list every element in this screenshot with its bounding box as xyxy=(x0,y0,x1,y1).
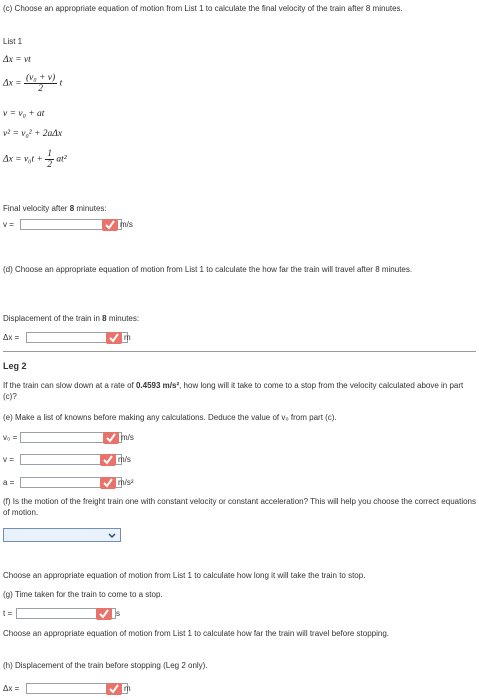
equation-5: Δx = v₀t + 12 at² xyxy=(3,149,67,170)
part-h-instruction: Choose an appropriate equation of motion… xyxy=(3,629,389,638)
displacement-unit: m xyxy=(124,333,131,342)
motion-type-select[interactable] xyxy=(3,528,121,542)
chevron-down-icon xyxy=(108,533,116,539)
equation-3: v = v₀ + at xyxy=(3,109,45,119)
v0-var-label: v₀ = xyxy=(3,433,18,442)
equation-2: Δx = (v₀ + v) 2 t xyxy=(3,73,63,94)
leg2-displacement-var-label: Δx = xyxy=(3,684,20,693)
part-g-prompt: (g) Time taken for the train to come to … xyxy=(3,590,163,599)
v-var-label: v = xyxy=(3,455,14,464)
checkmark-icon xyxy=(96,608,112,620)
t-var-label: t = xyxy=(3,609,13,618)
checkmark-icon xyxy=(103,432,119,444)
velocity-var-label: v = xyxy=(3,220,14,229)
part-f-prompt: (f) Is the motion of the freight train o… xyxy=(3,497,476,517)
equation-1: Δx = vt xyxy=(3,55,31,65)
list-label: List 1 xyxy=(3,37,23,46)
time-unit: s xyxy=(116,609,120,618)
part-h-prompt: (h) Displacement of the train before sto… xyxy=(3,661,208,670)
v-unit: m/s xyxy=(118,455,131,464)
checkmark-icon xyxy=(106,683,122,695)
checkmark-icon xyxy=(102,219,118,231)
part-c-prompt: (c) Choose an appropriate equation of mo… xyxy=(3,4,403,13)
checkmark-icon xyxy=(106,332,122,344)
a-var-label: a = xyxy=(3,478,15,487)
checkmark-icon xyxy=(100,477,116,489)
velocity-unit: m/s xyxy=(120,220,133,229)
part-e-prompt: (e) Make a list of knowns before making … xyxy=(3,413,337,422)
equation-4: v² = v₀² + 2aΔx xyxy=(3,129,63,139)
a-unit: m/s² xyxy=(118,478,134,487)
v0-unit: m/s xyxy=(121,433,134,442)
final-velocity-label: Final velocity after 8 minutes: xyxy=(3,204,107,213)
leg2-intro: If the train can slow down at a rate of … xyxy=(3,381,464,401)
part-d-prompt: (d) Choose an appropriate equation of mo… xyxy=(3,265,413,274)
displacement-label: Displacement of the train in 8 minutes: xyxy=(3,314,140,323)
checkmark-icon xyxy=(100,454,116,466)
leg2-heading: Leg 2 xyxy=(3,361,27,371)
section-divider xyxy=(3,351,476,352)
leg2-displacement-unit: m xyxy=(124,684,131,693)
part-g-instruction: Choose an appropriate equation of motion… xyxy=(3,571,366,580)
displacement-var-label: Δx = xyxy=(3,333,20,342)
